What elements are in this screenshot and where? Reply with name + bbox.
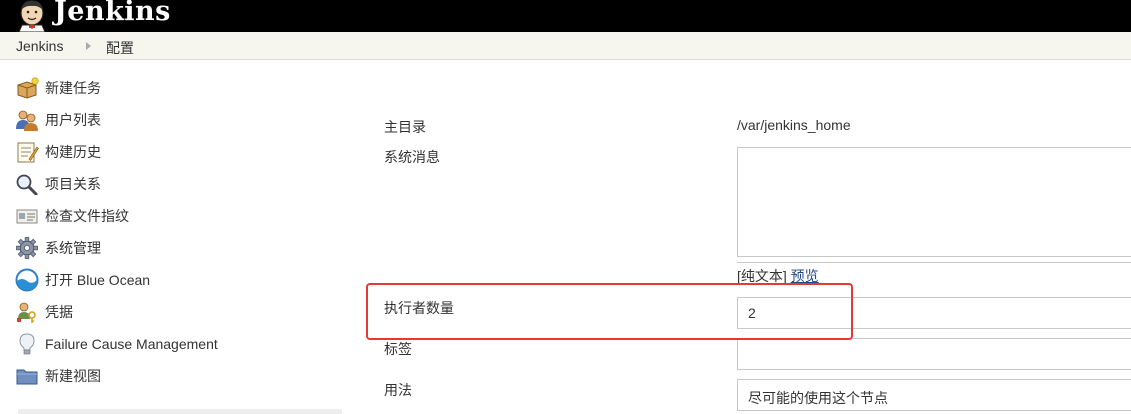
sidebar-item-label: Failure Cause Management	[45, 336, 218, 352]
executors-input[interactable]	[737, 297, 1131, 329]
home-dir-label: 主目录	[384, 119, 426, 135]
markup-mode-links: [纯文本] 预览	[737, 266, 819, 286]
sidebar-item-credentials[interactable]: 凭据	[14, 298, 334, 326]
jenkins-butler-icon[interactable]	[14, 0, 50, 33]
breadcrumb-separator-icon[interactable]	[86, 42, 91, 50]
breadcrumb-current[interactable]: 配置	[106, 38, 134, 58]
sidebar-item-label: 项目关系	[45, 176, 101, 192]
sidebar-item-label: 新建任务	[45, 80, 101, 96]
sidebar-item-build-history[interactable]: 构建历史	[14, 138, 334, 166]
sidebar-item-label: 凭据	[45, 304, 73, 320]
sidebar-item-manage[interactable]: 系统管理	[14, 234, 334, 262]
sidebar-item-label: 用户列表	[45, 112, 101, 128]
sidebar-item-new-job[interactable]: 新建任务	[14, 74, 334, 102]
folder-icon	[14, 364, 40, 388]
breadcrumb-home[interactable]: Jenkins	[16, 38, 63, 54]
plain-text-mode[interactable]: [纯文本]	[737, 268, 787, 284]
sidebar-item-label: 系统管理	[45, 240, 101, 256]
lightbulb-icon	[14, 332, 40, 356]
breadcrumb: Jenkins 配置	[0, 32, 1131, 60]
preview-link[interactable]: 预览	[791, 268, 819, 284]
blue-ocean-icon	[14, 268, 40, 292]
sidebar-item-new-view[interactable]: 新建视图	[14, 362, 334, 390]
notepad-icon	[14, 140, 40, 164]
search-icon	[14, 172, 40, 196]
fingerprint-icon	[14, 204, 40, 228]
brand-title[interactable]: Jenkins	[54, 0, 171, 27]
sidebar-item-label: 构建历史	[45, 144, 101, 160]
home-dir-value: /var/jenkins_home	[737, 117, 851, 133]
sidebar-item-label: 新建视图	[45, 368, 101, 384]
sidebar-divider	[18, 409, 342, 414]
sidebar-item-failure-cause[interactable]: Failure Cause Management	[14, 330, 334, 358]
users-icon	[14, 108, 40, 132]
sidebar-item-fingerprint[interactable]: 检查文件指纹	[14, 202, 334, 230]
usage-label: 用法	[384, 382, 412, 398]
system-message-textarea[interactable]	[737, 147, 1131, 257]
sidebar-item-label: 检查文件指纹	[45, 208, 129, 224]
new-package-icon	[14, 76, 40, 100]
executors-label: 执行者数量	[384, 300, 454, 316]
sidebar-item-users[interactable]: 用户列表	[14, 106, 334, 134]
sidebar-item-blue-ocean[interactable]: 打开 Blue Ocean	[14, 266, 334, 294]
top-header: Jenkins	[0, 0, 1131, 33]
labels-label: 标签	[384, 341, 412, 357]
gear-icon	[14, 236, 40, 260]
credentials-icon	[14, 300, 40, 324]
sidebar: 新建任务 用户列表 构建历史 项目关系 检查文件指纹 系统管理 打开 Blue …	[0, 60, 342, 414]
sidebar-item-label: 打开 Blue Ocean	[45, 272, 151, 288]
system-message-label: 系统消息	[384, 149, 440, 165]
labels-input[interactable]	[737, 338, 1131, 370]
usage-select[interactable]: 尽可能的使用这个节点	[737, 379, 1131, 411]
sidebar-item-project-relationship[interactable]: 项目关系	[14, 170, 334, 198]
